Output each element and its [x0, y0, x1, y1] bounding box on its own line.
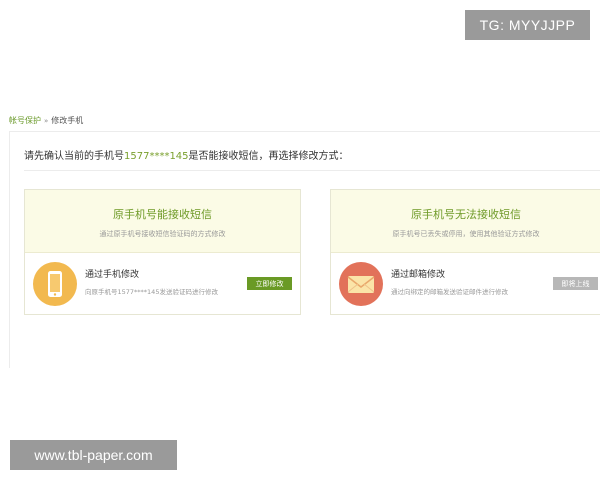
masked-phone-number: 1577****145	[124, 151, 189, 162]
coming-soon-button[interactable]: 即将上线	[553, 277, 598, 290]
breadcrumb: 帐号保护 » 修改手机	[9, 115, 83, 126]
breadcrumb-separator: »	[44, 116, 49, 125]
watermark-bottom-left: www.tbl-paper.com	[10, 440, 177, 470]
card-body: 通过邮箱修改 通过向绑定的邮箱发送验证邮件进行修改 即将上线	[331, 252, 600, 314]
method-desc-phone: 向原手机号1577****145发送验证码进行修改	[85, 288, 218, 296]
card-cannot-receive-sms: 原手机号无法接收短信 原手机号已丢失或停用，使用其他验证方式修改 通过邮箱修改 …	[330, 189, 600, 315]
divider	[24, 170, 600, 171]
card-title: 原手机号能接收短信	[113, 208, 212, 221]
card-can-receive-sms: 原手机号能接收短信 通过原手机号接收短信验证码的方式修改 通过手机修改 向原手机…	[24, 189, 301, 315]
confirm-prefix: 请先确认当前的手机号	[24, 151, 124, 162]
method-desc-email: 通过向绑定的邮箱发送验证邮件进行修改	[391, 288, 508, 296]
confirm-suffix: 是否能接收短信，再选择修改方式：	[188, 151, 349, 162]
card-title: 原手机号无法接收短信	[411, 208, 521, 221]
confirm-instruction: 请先确认当前的手机号1577****145是否能接收短信，再选择修改方式：	[24, 147, 349, 162]
modify-now-button[interactable]: 立即修改	[247, 277, 292, 290]
breadcrumb-current: 修改手机	[51, 116, 84, 125]
breadcrumb-account-protection[interactable]: 帐号保护	[9, 115, 41, 126]
envelope-icon	[339, 262, 383, 306]
card-subtitle: 通过原手机号接收短信验证码的方式修改	[99, 230, 226, 238]
method-title-email: 通过邮箱修改	[391, 270, 446, 280]
card-body: 通过手机修改 向原手机号1577****145发送验证码进行修改 立即修改	[25, 252, 300, 314]
card-subtitle: 原手机号已丢失或停用，使用其他验证方式修改	[392, 230, 540, 238]
mobile-phone-icon	[33, 262, 77, 306]
method-title-phone: 通过手机修改	[85, 270, 140, 280]
card-header: 原手机号无法接收短信 原手机号已丢失或停用，使用其他验证方式修改	[331, 190, 600, 253]
card-header: 原手机号能接收短信 通过原手机号接收短信验证码的方式修改	[25, 190, 300, 253]
watermark-top-right: TG: MYYJJPP	[465, 10, 590, 40]
